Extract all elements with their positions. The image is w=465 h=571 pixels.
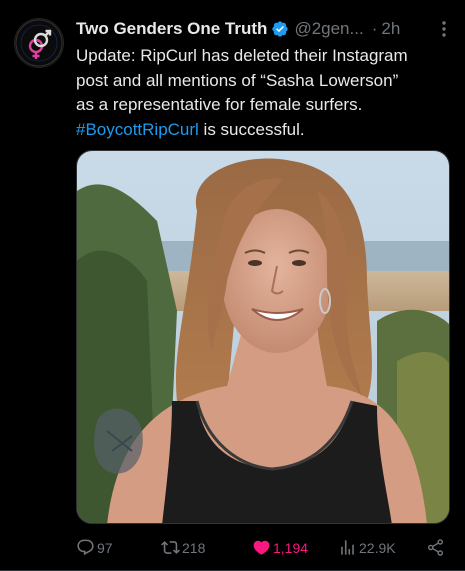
views-chart-icon [341,540,354,555]
separator-dot: · [371,19,378,38]
views-count: 22.9K [359,539,396,556]
views-button[interactable]: 22.9K [338,538,396,557]
repost-button[interactable]: 218 [161,538,205,557]
hashtag-link[interactable]: #BoycottRipCurl [76,120,199,139]
verified-badge-icon [272,21,289,37]
more-dots-icon[interactable] [435,19,453,39]
post-text: Update: RipCurl has deleted their Instag… [76,44,448,142]
post-text-line: Update: RipCurl has deleted their Instag… [76,46,408,65]
repost-icon [161,541,180,554]
share-button[interactable] [426,538,447,557]
heart-filled-icon [253,540,270,555]
post-timestamp[interactable]: 2h [381,19,400,39]
like-count: 1,194 [273,539,309,556]
repost-count: 218 [182,539,206,556]
share-icon [427,539,444,556]
post-text-last-line: #BoycottRipCurl is successful. [76,118,448,143]
author-name[interactable]: Two Genders One Truth [76,19,267,39]
like-button[interactable]: 1,194 [252,538,308,557]
post-text-tail: is successful. [198,119,305,139]
reply-count: 97 [97,539,113,556]
post-text-line: as a representative for female surfers. [76,95,363,114]
reply-icon [77,539,94,556]
gender-symbols-logo-icon [15,19,63,67]
action-bar: 97 218 1,194 22.9K [76,533,450,563]
author-handle[interactable]: @2gen... [294,19,363,39]
post-image[interactable] [76,150,450,524]
reply-button[interactable]: 97 [76,538,113,557]
post-header: Two Genders One Truth @2gen... · 2h [76,16,453,42]
avatar[interactable] [14,18,64,68]
post[interactable]: Two Genders One Truth @2gen... · 2h Upda… [0,0,465,571]
portrait-photo [77,151,449,523]
post-text-line: post and all mentions of “Sasha Lowerson… [76,70,399,90]
